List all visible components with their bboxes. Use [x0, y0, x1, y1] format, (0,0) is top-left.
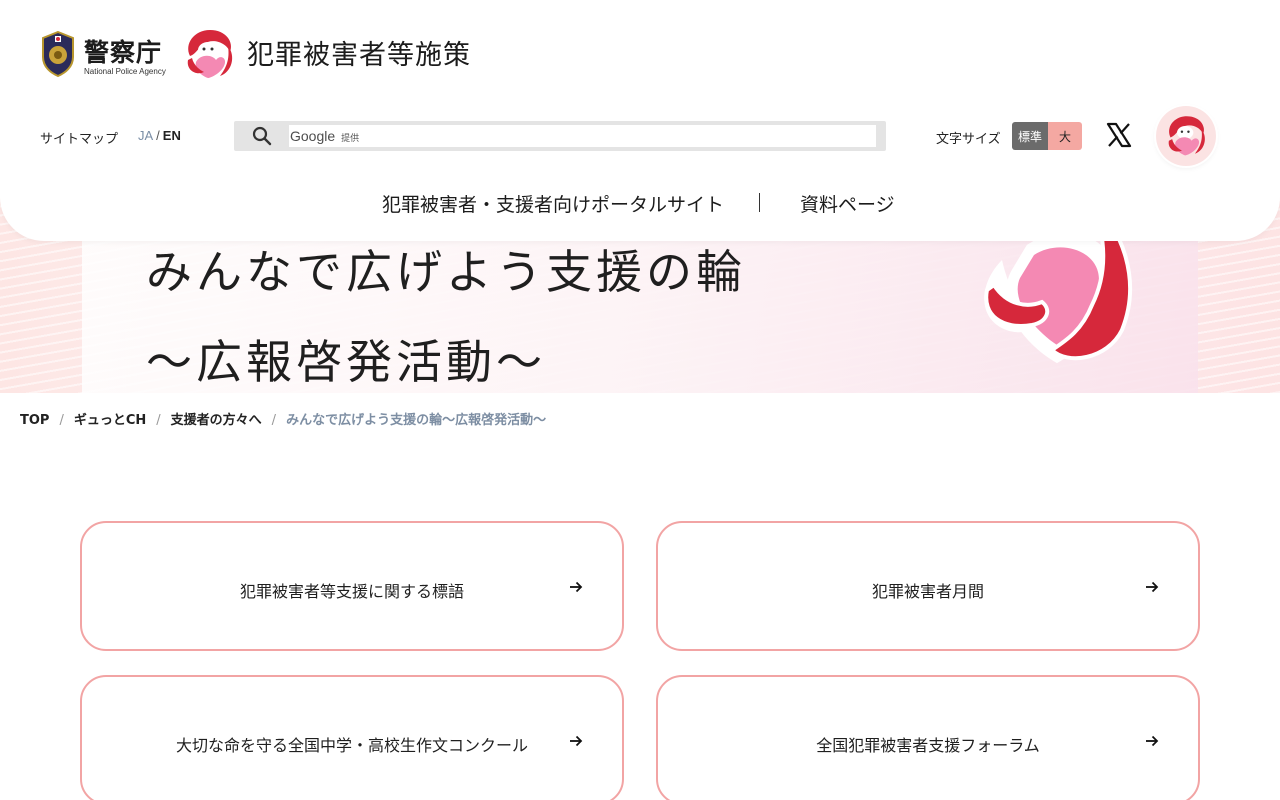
- nav-divider: [759, 193, 760, 212]
- site-title-link[interactable]: 犯罪被害者等施策: [247, 33, 471, 72]
- search-icon[interactable]: [252, 126, 272, 146]
- font-size-large-button[interactable]: 大: [1048, 122, 1082, 150]
- font-size-standard-button[interactable]: 標準: [1012, 122, 1048, 150]
- arrow-right-icon: [570, 581, 583, 593]
- police-badge-icon: [42, 31, 74, 77]
- breadcrumb-separator: /: [271, 413, 277, 428]
- npa-logo-link[interactable]: 警察庁 National Police Agency: [40, 31, 170, 79]
- breadcrumb-top[interactable]: TOP: [20, 413, 49, 428]
- lang-en-link[interactable]: EN: [163, 128, 181, 143]
- arrow-right-icon: [570, 735, 583, 747]
- site-header: 警察庁 National Police Agency 犯罪被害者等施策 サイトマ…: [0, 0, 1280, 241]
- nav-portal-link[interactable]: 犯罪被害者・支援者向けポータルサイト: [382, 190, 724, 217]
- search-input[interactable]: [289, 125, 876, 147]
- lang-ja-link[interactable]: JA: [138, 128, 153, 143]
- global-nav: 犯罪被害者・支援者向けポータルサイト 資料ページ: [0, 190, 1280, 218]
- card-forum-link[interactable]: 全国犯罪被害者支援フォーラム: [656, 675, 1200, 800]
- font-size-label: 文字サイズ: [936, 132, 1001, 147]
- mascot-avatar-button[interactable]: [1156, 106, 1216, 166]
- language-switcher: JA / EN: [138, 128, 181, 143]
- nav-materials-link[interactable]: 資料ページ: [800, 190, 895, 217]
- arrow-right-icon: [1146, 735, 1159, 747]
- arrow-right-icon: [1146, 581, 1159, 593]
- card-label: 犯罪被害者月間: [871, 582, 984, 601]
- card-label: 大切な命を守る全国中学・高校生作文コンクール: [175, 736, 528, 755]
- hero-title-line1: みんなで広げよう支援の輪: [146, 245, 746, 299]
- x-social-link[interactable]: [1106, 122, 1132, 148]
- breadcrumb-gyutto-ch[interactable]: ギュっとCH: [74, 413, 146, 428]
- card-label: 犯罪被害者等支援に関する標語: [239, 582, 464, 601]
- agency-name: 警察庁: [84, 38, 163, 67]
- site-search: Google 提供: [234, 121, 886, 151]
- lang-separator: /: [156, 128, 160, 143]
- card-victims-month-link[interactable]: 犯罪被害者月間: [656, 521, 1200, 651]
- card-label: 全国犯罪被害者支援フォーラム: [816, 736, 1040, 755]
- card-slogan-link[interactable]: 犯罪被害者等支援に関する標語: [80, 521, 624, 651]
- breadcrumb-separator: /: [59, 413, 64, 428]
- card-essay-contest-link[interactable]: 大切な命を守る全国中学・高校生作文コンクール: [80, 675, 624, 800]
- mascot-icon: [1168, 116, 1205, 156]
- sitemap-link[interactable]: サイトマップ: [40, 128, 118, 147]
- breadcrumb-separator: /: [156, 413, 161, 428]
- breadcrumb-supporters[interactable]: 支援者の方々へ: [171, 413, 262, 428]
- breadcrumb-current: みんなで広げよう支援の輪～広報啓発活動～: [286, 413, 547, 428]
- agency-name-en: National Police Agency: [84, 67, 166, 76]
- x-logo-icon: [1106, 122, 1132, 148]
- hero-title-line2: ～広報啓発活動～: [146, 335, 546, 389]
- mascot-icon: [187, 30, 233, 78]
- breadcrumb: TOP / ギュっとCH / 支援者の方々へ / みんなで広げよう支援の輪～広報啓発活動～: [20, 409, 546, 428]
